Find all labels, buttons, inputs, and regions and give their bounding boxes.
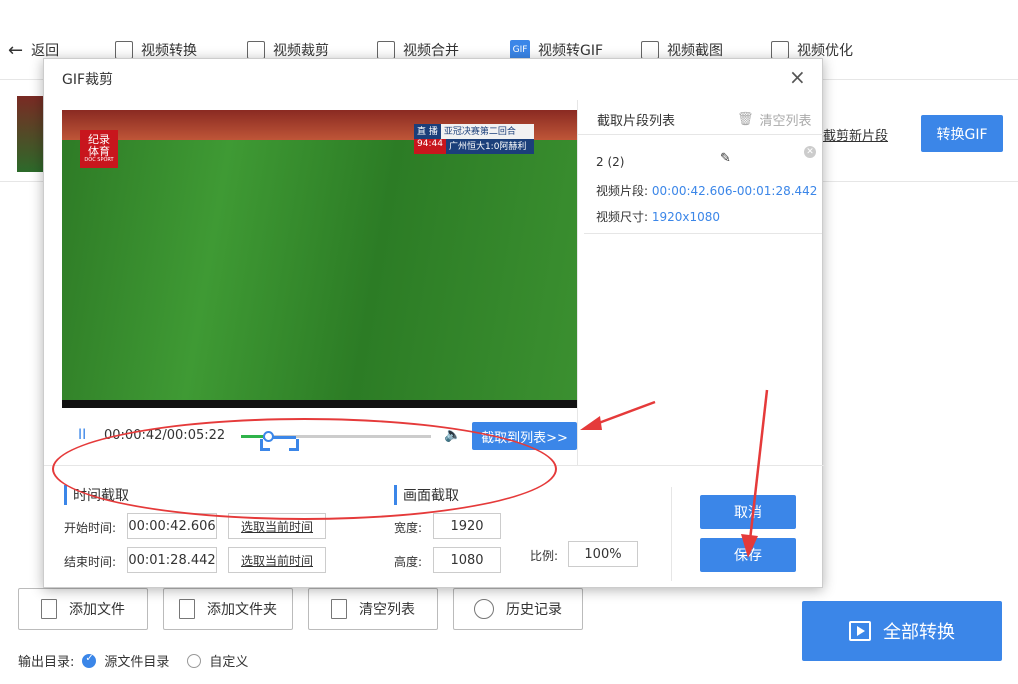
clock-icon	[474, 599, 494, 619]
segment-range-value: 00:00:42.606-00:01:28.442	[651, 184, 818, 198]
back-arrow-icon: ←	[8, 39, 24, 61]
end-time-label: 结束时间:	[64, 555, 117, 569]
start-time-label: 开始时间:	[64, 521, 117, 535]
nav-label: 视频优化	[797, 43, 853, 59]
ratio-field[interactable]: 100%	[568, 541, 638, 567]
dialog-title: GIF裁剪	[62, 72, 114, 88]
height-label: 高度:	[394, 555, 423, 569]
output-label: 输出目录:	[18, 655, 75, 670]
nav-label: 视频截图	[667, 43, 723, 59]
width-label: 宽度:	[394, 521, 423, 535]
optimize-icon	[771, 41, 789, 59]
frame-cut-heading: 画面截取	[394, 485, 459, 505]
nav-label: 视频合并	[403, 43, 459, 59]
source-dir-label: 源文件目录	[104, 655, 170, 670]
match-title: 亚冠决赛第二回合	[440, 124, 534, 139]
segment-size-label: 视频尺寸:	[596, 210, 649, 224]
radio-source-dir[interactable]	[82, 653, 97, 668]
end-time-field[interactable]: 00:01:28.442	[127, 547, 217, 573]
divider	[671, 487, 672, 581]
clear-list-button[interactable]: 清空列表	[308, 588, 438, 630]
live-badge: 直 播	[414, 124, 441, 139]
add-folder-button[interactable]: 添加文件夹	[163, 588, 293, 630]
screenshot-icon	[641, 41, 659, 59]
nav-label: 视频转GIF	[538, 43, 604, 59]
score-ticker: 直 播 亚冠决赛第二回合 94:44 广州恒大1:0阿赫利	[414, 124, 534, 154]
height-field[interactable]: 1080	[433, 547, 501, 573]
segment-list-title: 截取片段列表	[597, 114, 676, 129]
trash-icon	[331, 599, 347, 619]
football-pitch	[62, 140, 577, 400]
clear-segments-label: 清空列表	[759, 114, 812, 129]
add-file-icon	[41, 599, 57, 619]
gif-icon: GIF	[510, 40, 530, 60]
segment-size-value: 1920x1080	[651, 210, 721, 224]
add-file-label: 添加文件	[69, 602, 125, 618]
save-button[interactable]: 保存	[700, 538, 796, 572]
custom-dir-label: 自定义	[209, 655, 249, 670]
nav-label: 视频裁剪	[273, 43, 329, 59]
segment-range: 视频片段: 00:00:42.606-00:01:28.442	[596, 182, 817, 199]
add-folder-icon	[179, 599, 195, 619]
cut-to-list-button[interactable]: 截取到列表>>	[472, 422, 577, 450]
back-label: 返回	[31, 43, 60, 59]
video-convert-icon	[115, 41, 133, 59]
playback-time: 00:00:42/00:05:22	[104, 428, 226, 443]
width-field[interactable]: 1920	[433, 513, 501, 539]
segment-size: 视频尺寸: 1920x1080	[596, 208, 720, 225]
segment-name: 2 (2)	[596, 155, 625, 169]
convert-gif-button[interactable]: 转换GIF	[921, 115, 1003, 152]
ratio-label: 比例:	[530, 549, 559, 563]
match-clock: 94:44	[414, 139, 446, 154]
edit-icon[interactable]: ✎	[720, 151, 731, 166]
range-end-handle[interactable]	[289, 439, 299, 451]
new-segment-link[interactable]: 截剪新片段	[823, 125, 888, 144]
time-cut-heading: 时间截取	[64, 485, 129, 505]
pick-start-time-button[interactable]: 选取当前时间	[228, 513, 326, 539]
remove-segment-icon[interactable]: ✕	[804, 146, 816, 158]
video-preview[interactable]: 纪录 体育 DOC SPORT 直 播 亚冠决赛第二回合 94:44 广州恒大1…	[62, 110, 577, 408]
pick-end-time-button[interactable]: 选取当前时间	[228, 547, 326, 573]
cancel-button[interactable]: 取消	[700, 495, 796, 529]
trash-icon: 🗑	[737, 112, 754, 127]
output-directory: 输出目录: 源文件目录 自定义	[18, 651, 249, 671]
history-button[interactable]: 历史记录	[453, 588, 583, 630]
close-icon[interactable]: ×	[789, 65, 806, 89]
convert-all-label: 全部转换	[883, 622, 955, 643]
channel-logo: 纪录 体育 DOC SPORT	[80, 130, 118, 168]
clear-segments-button[interactable]: 🗑 清空列表	[737, 110, 812, 129]
clear-list-label: 清空列表	[359, 602, 415, 618]
speaker-icon[interactable]: 🔈	[444, 427, 461, 443]
play-icon	[849, 621, 871, 641]
title-bar	[0, 0, 1018, 12]
radio-custom-dir[interactable]	[187, 653, 202, 668]
divider	[577, 134, 823, 135]
nav-label: 视频转换	[141, 43, 197, 59]
video-crop-icon	[247, 41, 265, 59]
segment-range-label: 视频片段:	[596, 184, 649, 198]
seek-knob[interactable]	[263, 431, 274, 442]
add-folder-label: 添加文件夹	[207, 602, 277, 618]
convert-all-button[interactable]: 全部转换	[802, 601, 1002, 661]
start-time-field[interactable]: 00:00:42.606	[127, 513, 217, 539]
history-label: 历史记录	[506, 602, 562, 618]
gif-crop-dialog: GIF裁剪 × 纪录 体育 DOC SPORT 直 播 亚冠决赛第二回合 94:…	[43, 58, 824, 588]
add-file-button[interactable]: 添加文件	[18, 588, 148, 630]
logo-subtext: DOC SPORT	[84, 157, 114, 164]
pause-icon[interactable]: II	[78, 427, 86, 443]
match-score: 广州恒大1:0阿赫利	[445, 139, 534, 154]
video-merge-icon	[377, 41, 395, 59]
